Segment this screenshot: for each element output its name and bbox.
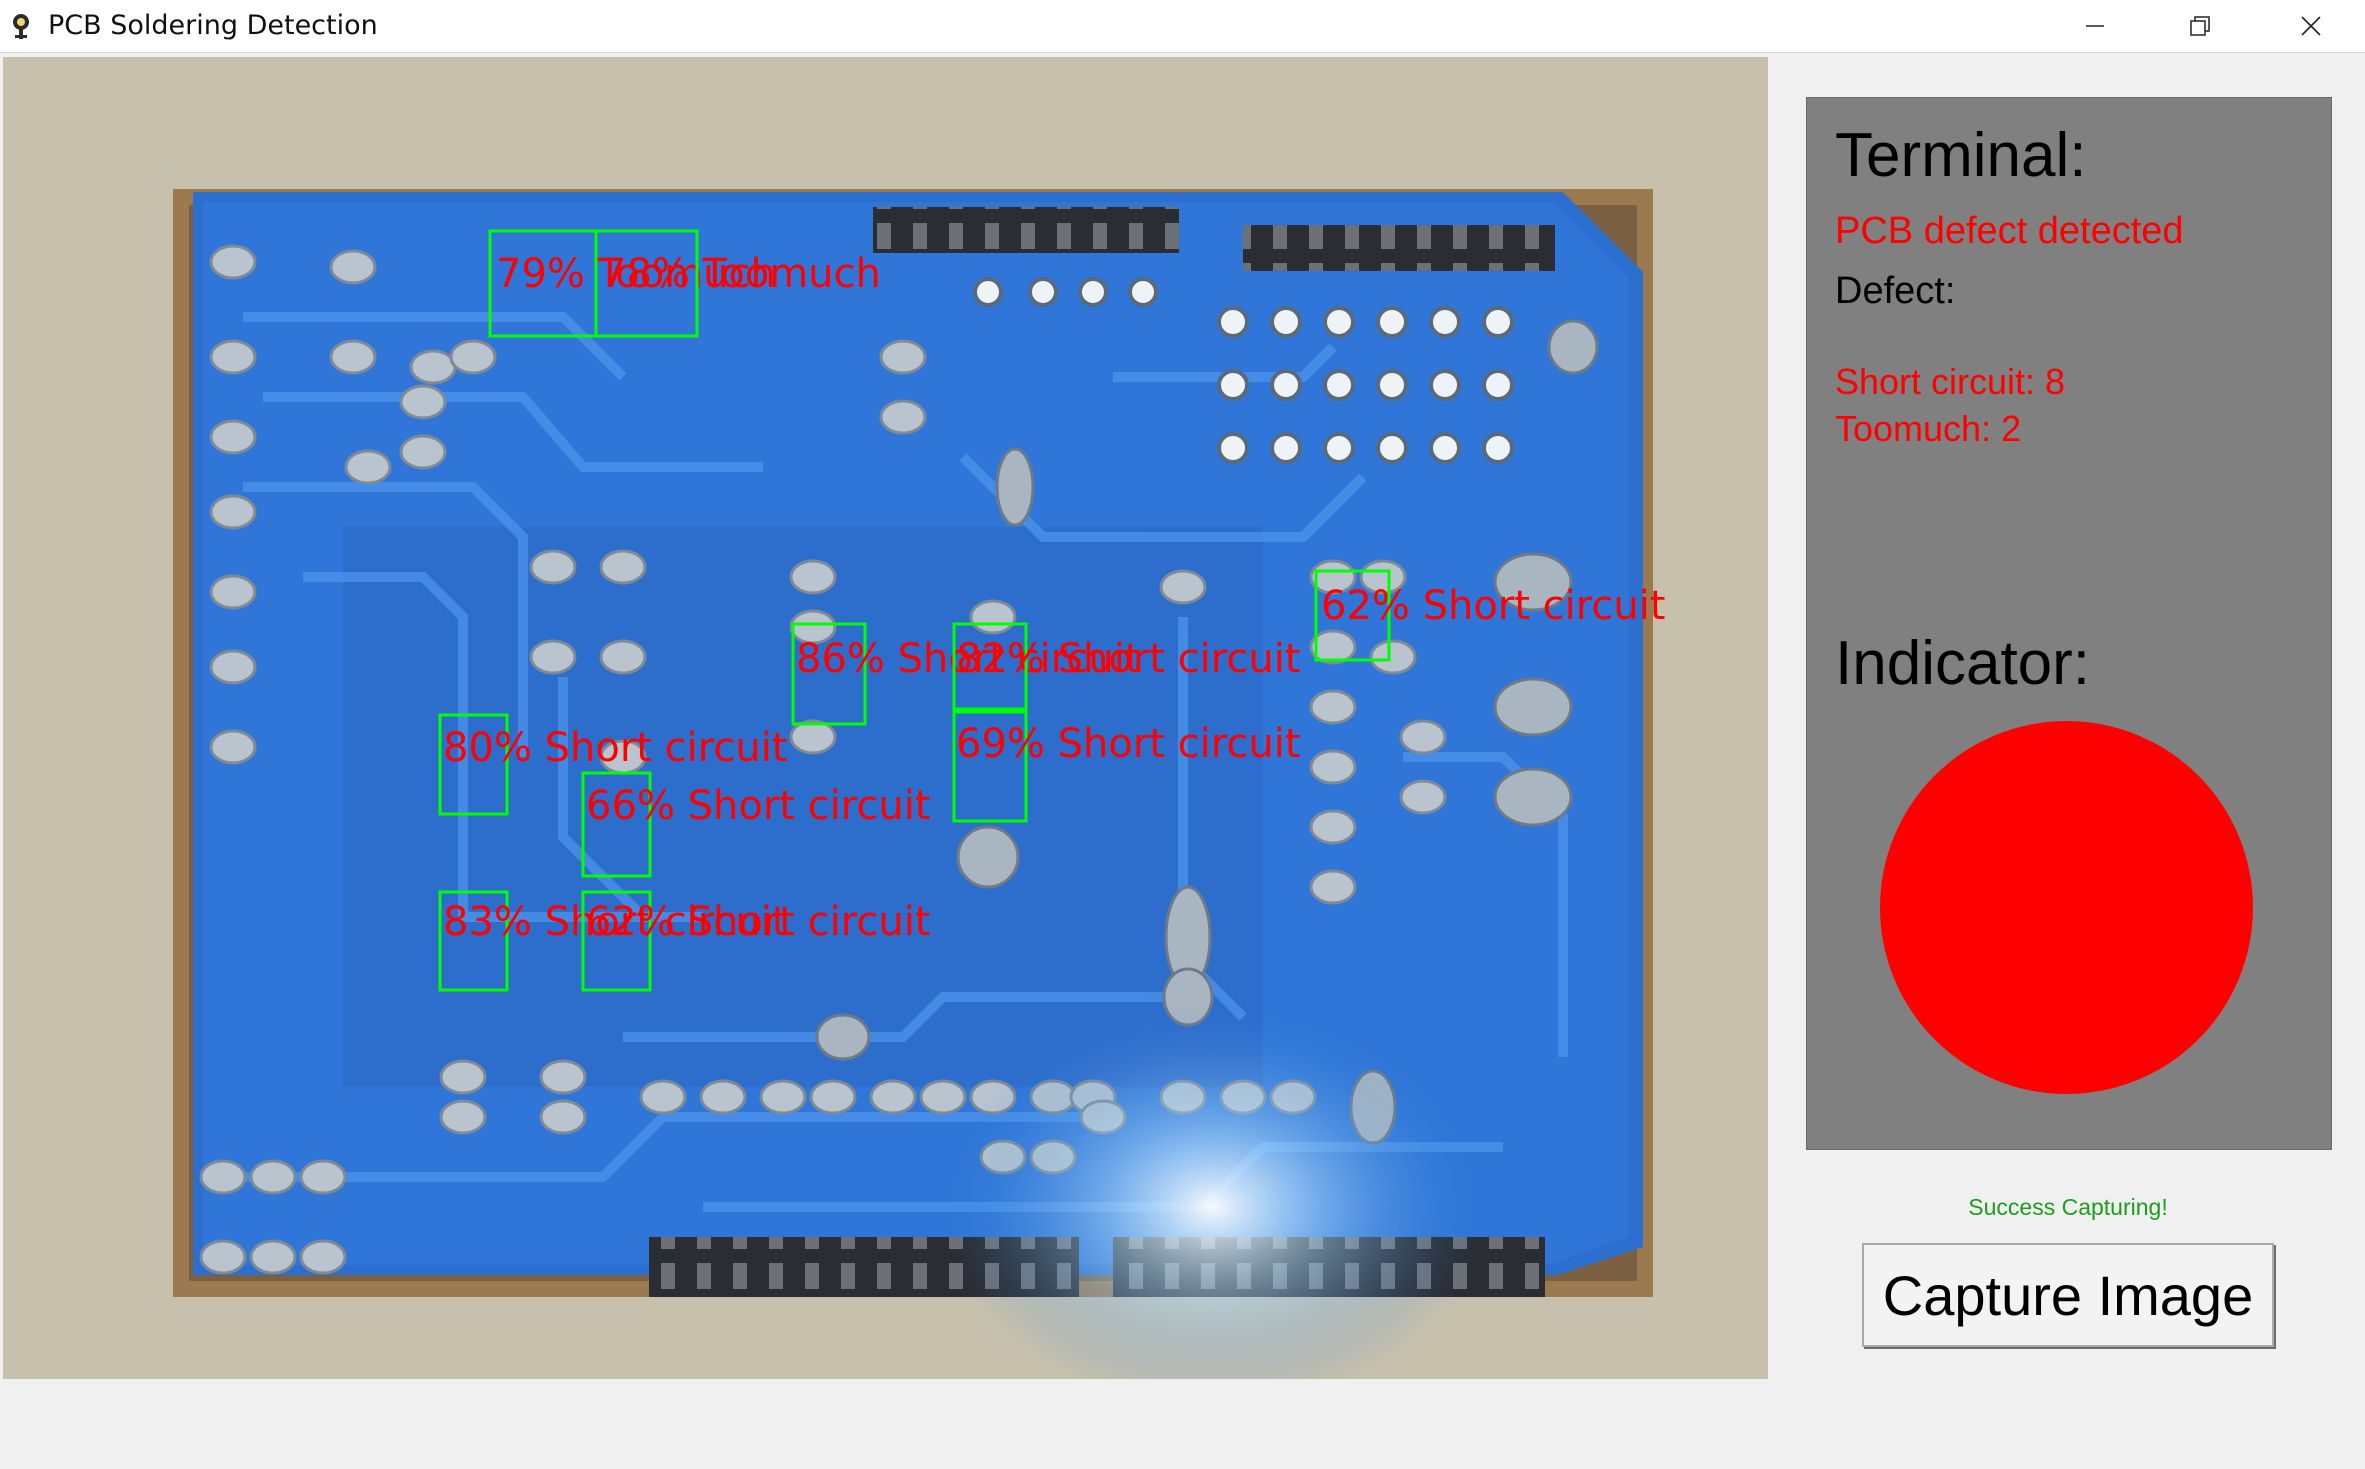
solder-pad <box>344 449 392 485</box>
via-hole <box>1028 277 1058 307</box>
solder-pad <box>209 494 257 530</box>
via-hole <box>1482 306 1514 338</box>
detection-label: 66% Short circuit <box>586 783 931 829</box>
detection-label: 62% Short circuit <box>586 899 931 945</box>
via-hole <box>1217 432 1249 464</box>
camera-view: 79% Toomuch 78% Toomuch 62% Short circuit 8… <box>3 57 1768 1379</box>
restore-icon <box>2190 16 2210 36</box>
via-hole <box>1217 306 1249 338</box>
via-hole <box>1429 369 1461 401</box>
solder-pad <box>699 1079 747 1115</box>
via-hole <box>1270 432 1302 464</box>
via-hole <box>1078 277 1108 307</box>
via-hole <box>1323 432 1355 464</box>
terminal-panel: Terminal: PCB defect detected Defect: Sh… <box>1806 97 2332 1150</box>
solder-pad <box>329 339 377 375</box>
solder-pad <box>759 1079 807 1115</box>
solder-pad <box>1309 869 1357 905</box>
capture-status-message: Success Capturing! <box>1968 1194 2168 1220</box>
solder-pad <box>439 1059 487 1095</box>
solder-pad <box>299 1159 347 1195</box>
solder-pad <box>399 434 447 470</box>
via-hole <box>1323 369 1355 401</box>
indicator-heading: Indicator: <box>1835 629 2091 698</box>
solder-pad <box>199 1239 247 1275</box>
solder-pad <box>1309 689 1357 725</box>
minimize-button[interactable] <box>2043 0 2147 52</box>
restore-button[interactable] <box>2148 0 2252 52</box>
via-hole <box>1376 432 1408 464</box>
via-hole <box>1482 432 1514 464</box>
defect-label: Defect: <box>1835 270 1956 312</box>
pcb-image: 79% Toomuch78% Toomuch62% Short circuit8… <box>3 57 1768 1379</box>
solder-pad <box>539 1099 587 1135</box>
status-indicator-light <box>1880 721 2253 1094</box>
solder-pad <box>1309 809 1357 845</box>
solder-pad <box>599 639 647 675</box>
solder-pad <box>209 729 257 765</box>
toomuch-count: Toomuch: 2 <box>1835 408 2022 449</box>
solder-pad <box>209 419 257 455</box>
solder-pad <box>209 244 257 280</box>
minimize-icon <box>2086 25 2104 27</box>
solder-pad <box>199 1159 247 1195</box>
title-bar: PCB Soldering Detection <box>0 0 2365 53</box>
window-title: PCB Soldering Detection <box>48 10 378 41</box>
solder-pad <box>1399 719 1447 755</box>
solder-pad <box>919 1079 967 1115</box>
via-hole <box>1217 369 1249 401</box>
via-hole <box>1270 369 1302 401</box>
solder-pad <box>449 339 497 375</box>
solder-pad <box>1309 749 1357 785</box>
via-hole <box>1429 306 1461 338</box>
via-hole <box>1376 369 1408 401</box>
solder-pad <box>789 559 837 595</box>
solder-pad <box>599 549 647 585</box>
via-hole <box>1323 306 1355 338</box>
via-hole <box>1270 306 1302 338</box>
via-hole <box>1128 277 1158 307</box>
solder-pad <box>209 574 257 610</box>
solder-pad <box>969 599 1017 635</box>
solder-pad <box>869 1079 917 1115</box>
solder-pad <box>439 1099 487 1135</box>
via-hole <box>1429 432 1461 464</box>
solder-pad <box>809 1079 857 1115</box>
detection-label: 80% Short circuit <box>443 725 788 771</box>
detection-label: 82% Short circuit <box>956 636 1301 682</box>
app-icon <box>8 11 34 41</box>
detection-label: 69% Short circuit <box>956 721 1301 767</box>
solder-pad <box>399 384 447 420</box>
close-icon <box>2301 16 2321 36</box>
solder-pad <box>529 639 577 675</box>
solder-pad <box>1369 639 1417 675</box>
solder-pad <box>249 1239 297 1275</box>
solder-pad <box>209 649 257 685</box>
solder-pad <box>879 339 927 375</box>
via-hole <box>1376 306 1408 338</box>
solder-pad <box>879 399 927 435</box>
solder-pad <box>639 1079 687 1115</box>
solder-pad <box>1159 569 1207 605</box>
solder-pad <box>409 349 457 385</box>
solder-pad <box>249 1159 297 1195</box>
solder-pad <box>789 719 837 755</box>
via-hole <box>973 277 1003 307</box>
detection-label: 78% Toomuch <box>601 251 881 297</box>
solder-pad <box>329 249 377 285</box>
solder-pad <box>529 549 577 585</box>
close-button[interactable] <box>2259 0 2363 52</box>
via-hole <box>1482 369 1514 401</box>
short-circuit-count: Short circuit: 8 <box>1835 361 2066 402</box>
solder-pad <box>1309 629 1357 665</box>
solder-pad <box>209 339 257 375</box>
detection-status: PCB defect detected <box>1835 210 2184 252</box>
capture-image-button[interactable]: Capture Image <box>1862 1243 2274 1347</box>
solder-pad <box>299 1239 347 1275</box>
solder-pad <box>1399 779 1447 815</box>
detection-label: 62% Short circuit <box>1321 583 1666 629</box>
solder-pad <box>539 1059 587 1095</box>
terminal-heading: Terminal: <box>1835 121 2087 190</box>
